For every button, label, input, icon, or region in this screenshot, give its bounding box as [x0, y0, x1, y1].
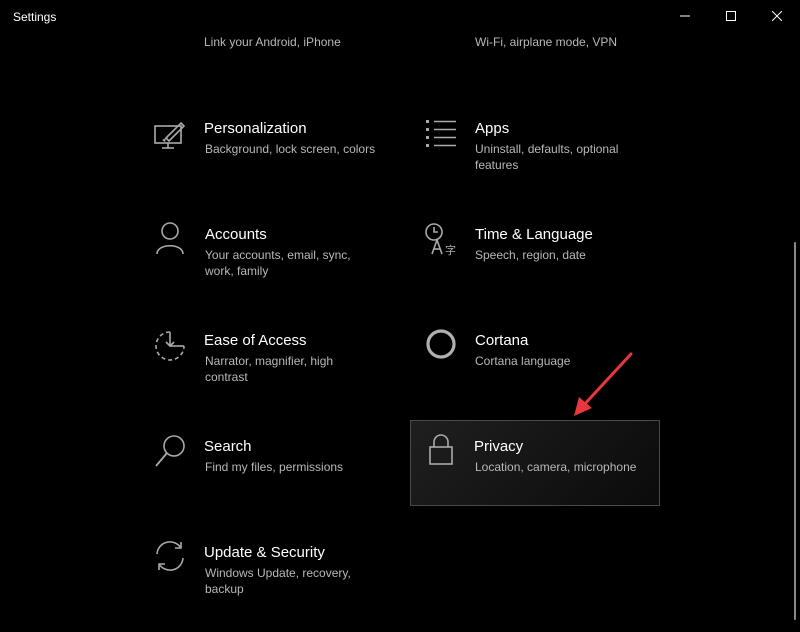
- window-title: Settings: [13, 10, 57, 24]
- person-icon: [153, 221, 189, 257]
- search-icon: [153, 433, 189, 469]
- tile-title: Time & Language: [475, 226, 593, 243]
- tile-description: Wi-Fi, airplane mode, VPN: [475, 35, 618, 49]
- tile-personalization[interactable]: Personalization Background, lock screen,…: [150, 114, 400, 200]
- minimize-button[interactable]: [662, 0, 708, 32]
- refresh-icon: [153, 539, 189, 575]
- tile-title: Accounts: [205, 226, 267, 243]
- tile-title: Update & Security: [204, 544, 325, 561]
- tile-title: Privacy: [474, 438, 524, 455]
- tile-ease-of-access[interactable]: Ease of Access Narrator, magnifier, high…: [150, 326, 400, 412]
- tile-accounts[interactable]: Accounts Your accounts, email, sync, wor…: [150, 220, 400, 306]
- tile-description: Your accounts, email, sync,: [205, 248, 351, 262]
- tile-description: Narrator, magnifier, high: [205, 354, 334, 368]
- annotation-arrow-icon: [574, 352, 633, 416]
- tile-description: Location, camera, microphone: [475, 460, 637, 474]
- tile-time-language[interactable]: 字 Time & Language Speech, region, date: [420, 220, 670, 306]
- svg-text:字: 字: [445, 243, 456, 257]
- tile-update-security[interactable]: Update & Security Windows Update, recove…: [150, 538, 400, 624]
- cortana-icon: [423, 327, 459, 363]
- tile-description: Uninstall, defaults, optional: [475, 142, 619, 156]
- tile-description-line2: work, family: [205, 264, 269, 278]
- title-bar: Settings: [0, 0, 800, 32]
- tile-title: Cortana: [475, 332, 529, 349]
- tile-description: Link your Android, iPhone: [204, 35, 341, 49]
- tile-title: Apps: [475, 120, 510, 137]
- maximize-icon: [726, 11, 736, 21]
- clock-language-icon: 字: [423, 221, 459, 257]
- tile-privacy[interactable]: Privacy Location, camera, microphone: [410, 420, 660, 506]
- maximize-button[interactable]: [708, 0, 754, 32]
- tile-description: Background, lock screen, colors: [205, 142, 376, 156]
- paint-monitor-icon: [153, 117, 189, 153]
- tile-search[interactable]: Search Find my files, permissions: [150, 432, 400, 518]
- tile-title: Ease of Access: [204, 332, 307, 349]
- apps-list-icon: [423, 116, 459, 152]
- tile-description: Windows Update, recovery,: [205, 566, 351, 580]
- tile-title: Personalization: [204, 120, 307, 137]
- tile-description: Cortana language: [475, 354, 571, 368]
- close-icon: [772, 11, 782, 21]
- settings-home-grid: Link your Android, iPhone Wi-Fi, airplan…: [0, 32, 790, 632]
- tile-description: Find my files, permissions: [205, 460, 344, 474]
- tile-description-line2: features: [475, 158, 519, 172]
- tile-title: Search: [204, 438, 252, 455]
- tile-description-line2: contrast: [205, 370, 248, 384]
- ease-of-access-icon: [153, 329, 189, 365]
- close-button[interactable]: [754, 0, 800, 32]
- tile-apps[interactable]: Apps Uninstall, defaults, optional featu…: [420, 114, 670, 200]
- tile-network-internet[interactable]: Wi-Fi, airplane mode, VPN: [420, 32, 670, 58]
- tile-phone[interactable]: Link your Android, iPhone: [150, 32, 400, 58]
- lock-icon: [423, 432, 459, 468]
- tile-description: Speech, region, date: [475, 248, 586, 262]
- scrollbar-thumb[interactable]: [794, 242, 796, 620]
- minimize-icon: [680, 15, 690, 17]
- tile-description-line2: backup: [205, 582, 244, 596]
